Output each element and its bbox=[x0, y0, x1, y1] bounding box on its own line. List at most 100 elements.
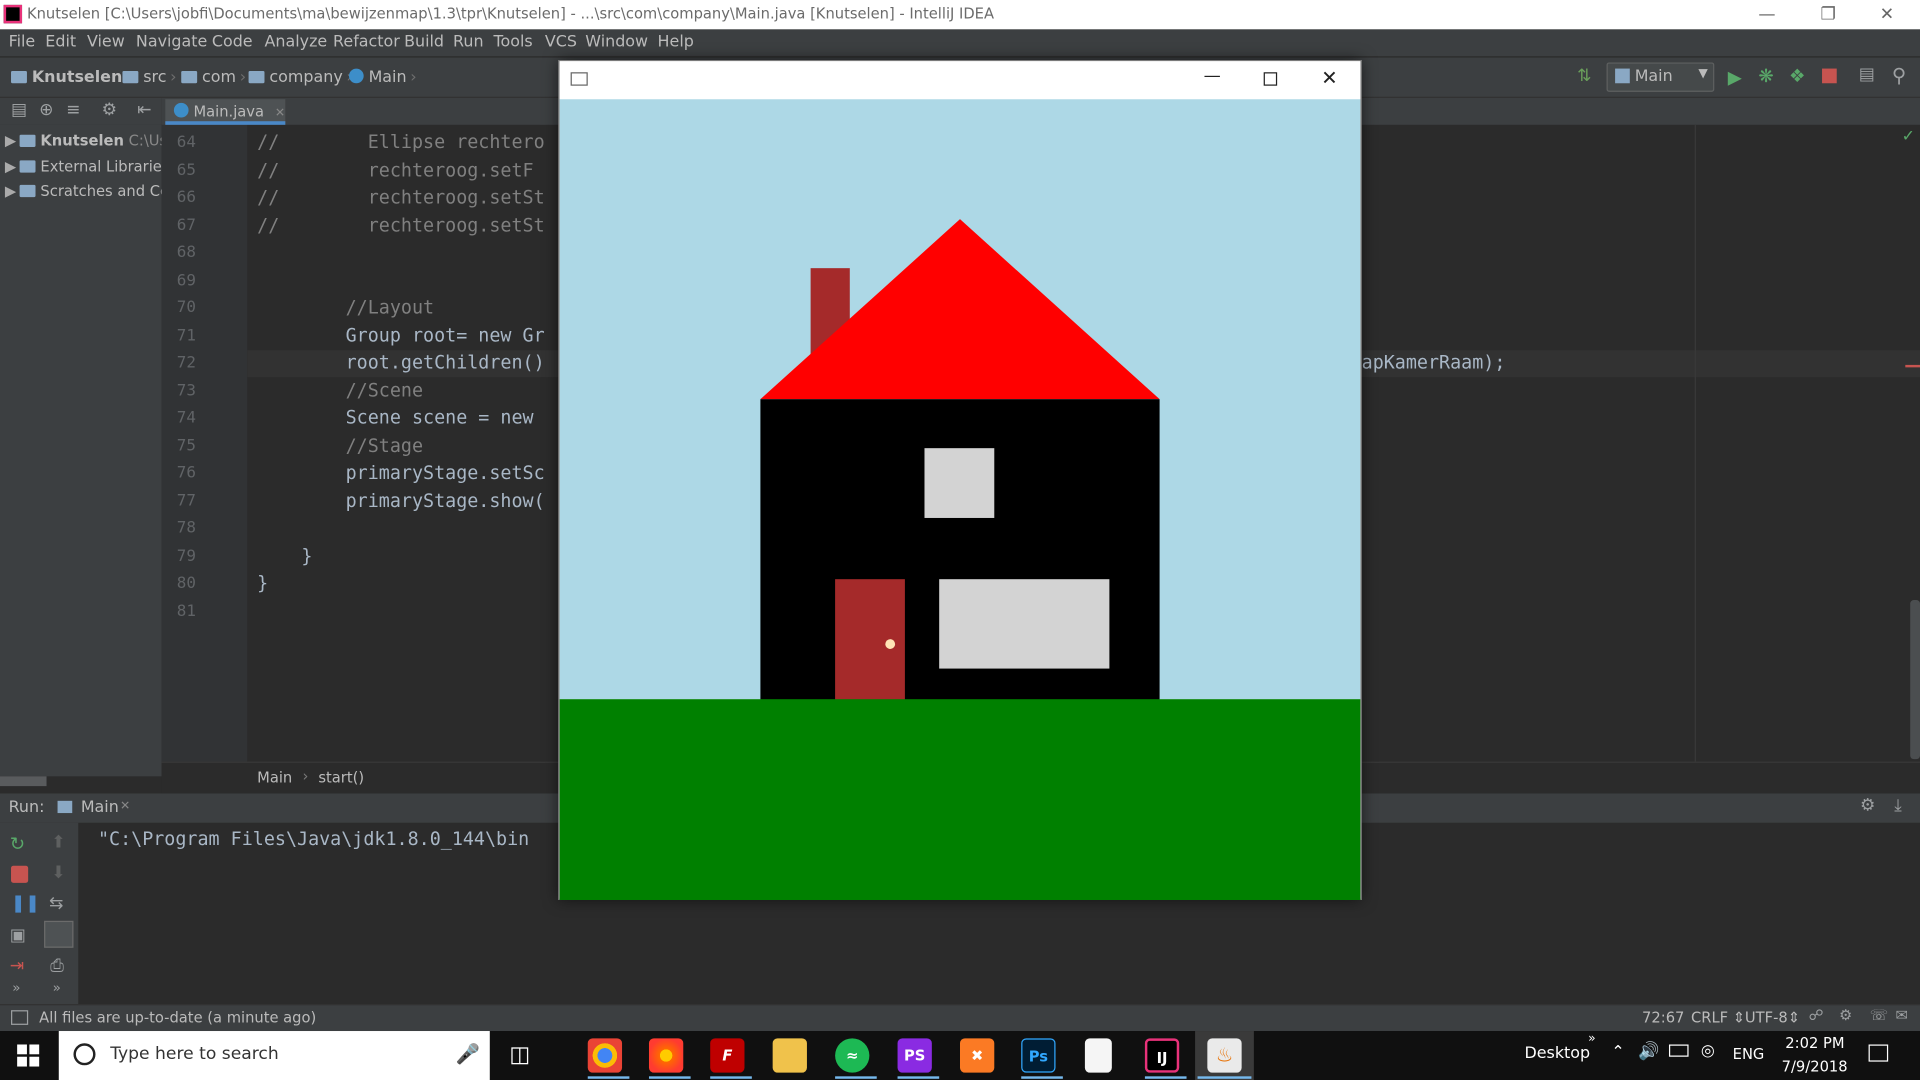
javafx-window[interactable]: — ✕ bbox=[558, 60, 1362, 901]
error-marker[interactable] bbox=[1905, 364, 1920, 368]
stop-icon[interactable] bbox=[11, 865, 29, 883]
search-icon[interactable]: ⚲ bbox=[1892, 64, 1906, 87]
close-tab-icon[interactable]: ✕ bbox=[275, 107, 285, 120]
file-encoding[interactable]: UTF-8⇕ bbox=[1745, 1009, 1800, 1026]
run-icon[interactable]: ▶ bbox=[1728, 66, 1742, 88]
locate-icon[interactable]: ⊕ bbox=[39, 100, 53, 120]
collapse-icon[interactable]: ≡ bbox=[66, 100, 80, 120]
firefox-icon[interactable] bbox=[648, 1038, 684, 1073]
phpstorm-icon[interactable]: PS bbox=[897, 1038, 932, 1073]
filezilla-icon[interactable]: F bbox=[710, 1038, 745, 1073]
crumb-main[interactable]: Main bbox=[257, 769, 292, 786]
menu-navigate[interactable]: Navigate bbox=[136, 33, 207, 51]
gear-icon[interactable]: ⚙ bbox=[1860, 796, 1875, 816]
menu-file[interactable]: File bbox=[9, 33, 36, 51]
down-arrow-icon[interactable]: ⬇ bbox=[51, 863, 65, 883]
volume-icon[interactable]: 🔊 bbox=[1638, 1042, 1659, 1062]
dump-threads-icon[interactable]: ▣ bbox=[10, 926, 26, 946]
lock-icon[interactable]: ☍ bbox=[1809, 1007, 1824, 1024]
clock-time[interactable]: 2:02 PM bbox=[1785, 1035, 1844, 1052]
up-arrow-icon[interactable]: ⬆ bbox=[51, 833, 65, 853]
hide-icon[interactable]: ⇤ bbox=[137, 100, 151, 120]
file-explorer-icon[interactable] bbox=[772, 1038, 807, 1073]
debug-icon[interactable]: ❋ bbox=[1758, 65, 1773, 87]
code-line: //Layout bbox=[257, 296, 435, 319]
restore-icon[interactable]: ❐ bbox=[1800, 0, 1856, 29]
maximize-icon[interactable] bbox=[1263, 72, 1278, 86]
menu-run[interactable]: Run bbox=[453, 33, 484, 51]
run-config-select[interactable]: Main ▼ bbox=[1606, 62, 1715, 92]
clock-date[interactable]: 7/9/2018 bbox=[1782, 1058, 1848, 1075]
hector-icon[interactable]: ⚙ bbox=[1839, 1007, 1852, 1024]
line-separator[interactable]: CRLF ⇕ bbox=[1691, 1009, 1745, 1026]
tree-item-external-libraries[interactable]: ▶ External Libraries bbox=[5, 158, 162, 175]
menu-view[interactable]: View bbox=[87, 33, 125, 51]
exit-icon[interactable]: ⇥ bbox=[10, 956, 24, 976]
microphone-icon[interactable]: 🎤 bbox=[456, 1042, 480, 1065]
project-structure-icon[interactable]: ▤ bbox=[1859, 65, 1875, 85]
breadcrumb-main[interactable]: Main › bbox=[348, 68, 417, 87]
project-view-icon[interactable]: ▤ bbox=[11, 100, 27, 120]
pause-icon[interactable]: ❚❚ bbox=[11, 894, 40, 914]
breadcrumb-src[interactable]: src › bbox=[122, 69, 177, 87]
menu-refactor[interactable]: Refactor bbox=[333, 33, 400, 51]
print-icon[interactable]: ⎙ bbox=[50, 956, 64, 976]
action-center-icon[interactable] bbox=[1868, 1044, 1889, 1062]
menu-tools[interactable]: Tools bbox=[493, 33, 532, 51]
windows-start-icon[interactable] bbox=[17, 1044, 40, 1067]
breadcrumb-com[interactable]: com › bbox=[181, 69, 246, 87]
crumb-start[interactable]: start() bbox=[318, 769, 364, 786]
menu-code[interactable]: Code bbox=[212, 33, 253, 51]
toolbar-expand-icon[interactable]: » bbox=[1588, 1032, 1596, 1045]
build-icon[interactable]: ⇅ bbox=[1577, 66, 1591, 86]
desktop-toolbar[interactable]: Desktop bbox=[1524, 1044, 1590, 1062]
breadcrumb-project[interactable]: Knutselen› bbox=[11, 69, 133, 87]
task-view-icon[interactable]: ◫ bbox=[509, 1042, 530, 1068]
tree-scrollbar[interactable] bbox=[0, 776, 47, 787]
code-line: //Stage bbox=[257, 434, 424, 457]
tree-item-knutselen[interactable]: ▶Knutselen C:\Us bbox=[5, 132, 162, 149]
memory-icon[interactable]: ☏ bbox=[1870, 1007, 1888, 1024]
coverage-icon[interactable]: ❖ bbox=[1789, 65, 1805, 87]
menu-vcs[interactable]: VCS bbox=[545, 33, 577, 51]
run-tab-main[interactable]: Main bbox=[81, 798, 119, 816]
menu-edit[interactable]: Edit bbox=[45, 33, 76, 51]
breadcrumb-company[interactable]: company› bbox=[248, 69, 353, 87]
notepad-icon[interactable] bbox=[1084, 1038, 1112, 1073]
taskbar-search[interactable]: Type here to search 🎤 bbox=[58, 1031, 490, 1080]
intellij-icon[interactable]: IJ bbox=[1144, 1038, 1180, 1073]
battery-icon[interactable] bbox=[1668, 1044, 1689, 1057]
spotify-icon[interactable]: ≈ bbox=[835, 1038, 870, 1073]
more-icon[interactable]: » bbox=[12, 980, 20, 996]
hide-panel-icon[interactable]: ⤓ bbox=[1894, 796, 1902, 816]
minimize-icon[interactable]: — bbox=[1739, 0, 1795, 29]
menu-window[interactable]: Window bbox=[585, 33, 648, 51]
wifi-icon[interactable]: ◎ bbox=[1701, 1042, 1715, 1060]
editor-scrollbar[interactable] bbox=[1910, 600, 1920, 760]
close-run-tab-icon[interactable]: ✕ bbox=[120, 800, 130, 813]
toggle-tool-windows-icon[interactable] bbox=[11, 1010, 29, 1025]
soft-wrap-icon[interactable]: ⇆ bbox=[49, 894, 63, 914]
menu-analyze[interactable]: Analyze bbox=[264, 33, 327, 51]
language-indicator[interactable]: ENG bbox=[1733, 1046, 1765, 1063]
tab-main-java[interactable]: Main.java ✕ bbox=[165, 99, 286, 125]
close-icon[interactable]: ✕ bbox=[1321, 66, 1337, 89]
scroll-to-end-toggle[interactable] bbox=[44, 920, 74, 948]
menu-build[interactable]: Build bbox=[404, 33, 444, 51]
java-icon[interactable]: ♨ bbox=[1207, 1038, 1242, 1073]
tray-up-icon[interactable]: ⌃ bbox=[1611, 1043, 1624, 1061]
close-icon[interactable]: ✕ bbox=[1859, 0, 1915, 29]
photoshop-icon[interactable]: Ps bbox=[1021, 1038, 1056, 1073]
more-icon[interactable]: » bbox=[53, 980, 61, 996]
event-log-icon[interactable]: ✉ bbox=[1896, 1007, 1908, 1024]
gear-icon[interactable]: ⚙ bbox=[102, 100, 117, 120]
line-number: 69 bbox=[176, 271, 196, 290]
chrome-icon[interactable] bbox=[587, 1038, 623, 1073]
caret-position[interactable]: 72:67 bbox=[1642, 1009, 1684, 1026]
xampp-icon[interactable]: ✖ bbox=[960, 1038, 995, 1073]
menu-help[interactable]: Help bbox=[658, 33, 694, 51]
stop-icon[interactable] bbox=[1822, 68, 1837, 84]
tree-item-scratches[interactable]: ▶ Scratches and Co bbox=[5, 182, 162, 199]
rerun-icon[interactable]: ↻ bbox=[10, 833, 25, 855]
minimize-icon[interactable]: — bbox=[1204, 66, 1221, 86]
